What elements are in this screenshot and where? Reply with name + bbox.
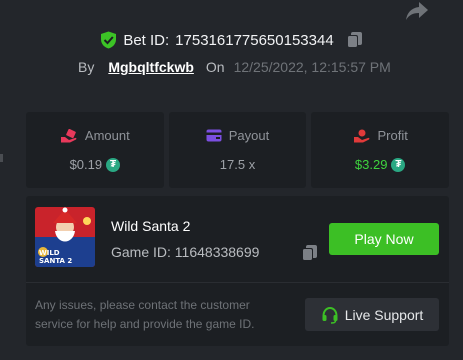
by-label: By (78, 59, 95, 75)
bet-stats: Amount $0.19 ₮ Payout 17.5 x Profit $3.2… (26, 112, 450, 188)
game-thumbnail[interactable]: WILD SANTA 2 (35, 207, 95, 267)
game-title: Wild Santa 2 (111, 218, 191, 234)
tether-icon: ₮ (106, 157, 121, 172)
live-support-label: Live Support (344, 306, 424, 323)
divider (26, 282, 449, 283)
wallet-icon (206, 129, 222, 142)
profit-label: Profit (377, 128, 408, 143)
amount-stat: Amount $0.19 ₮ (26, 112, 164, 188)
headset-icon (322, 306, 338, 324)
payout-value: 17.5 x (219, 157, 256, 172)
live-support-button[interactable]: Live Support (305, 298, 439, 331)
support-help-text: Any issues, please contact the customer … (35, 298, 255, 331)
bet-meta-row: By Mgbqltfckwb On 12/25/2022, 12:15:57 P… (78, 59, 391, 75)
share-icon[interactable] (404, 0, 430, 22)
game-id-value: 11648338699 (174, 244, 260, 260)
bet-id-row: Bet ID: 1753161775650153344 (0, 31, 463, 49)
amount-label: Amount (84, 128, 130, 143)
thumb-title-line1: WILD (39, 249, 60, 257)
bet-id-label: Bet ID: (123, 31, 170, 49)
bet-id-value: 1753161775650153344 (175, 31, 334, 49)
verified-shield-icon (101, 31, 117, 49)
copy-bet-id-icon[interactable] (346, 31, 363, 49)
tether-icon: ₮ (391, 157, 406, 172)
amount-hand-icon (60, 128, 77, 142)
game-card: WILD SANTA 2 Wild Santa 2 Game ID: 11648… (26, 196, 449, 346)
game-id-label: Game ID: (111, 244, 171, 260)
game-id: Game ID: 11648338699 (111, 244, 259, 260)
payout-stat: Payout 17.5 x (168, 112, 307, 188)
edge-marker (0, 154, 3, 162)
profit-stat: Profit $3.29 ₮ (311, 112, 450, 188)
profit-value: $3.29 (354, 157, 388, 172)
payout-label: Payout (228, 128, 270, 143)
thumb-title-line2: SANTA 2 (39, 257, 72, 265)
copy-game-id-icon[interactable] (301, 244, 318, 262)
on-label: On (205, 59, 225, 75)
play-now-button[interactable]: Play Now (329, 223, 439, 255)
username-link[interactable]: Mgbqltfckwb (108, 59, 194, 75)
profit-hand-icon (353, 129, 369, 142)
amount-value: $0.19 (69, 157, 103, 172)
bet-date: 12/25/2022, 12:15:57 PM (233, 59, 391, 75)
